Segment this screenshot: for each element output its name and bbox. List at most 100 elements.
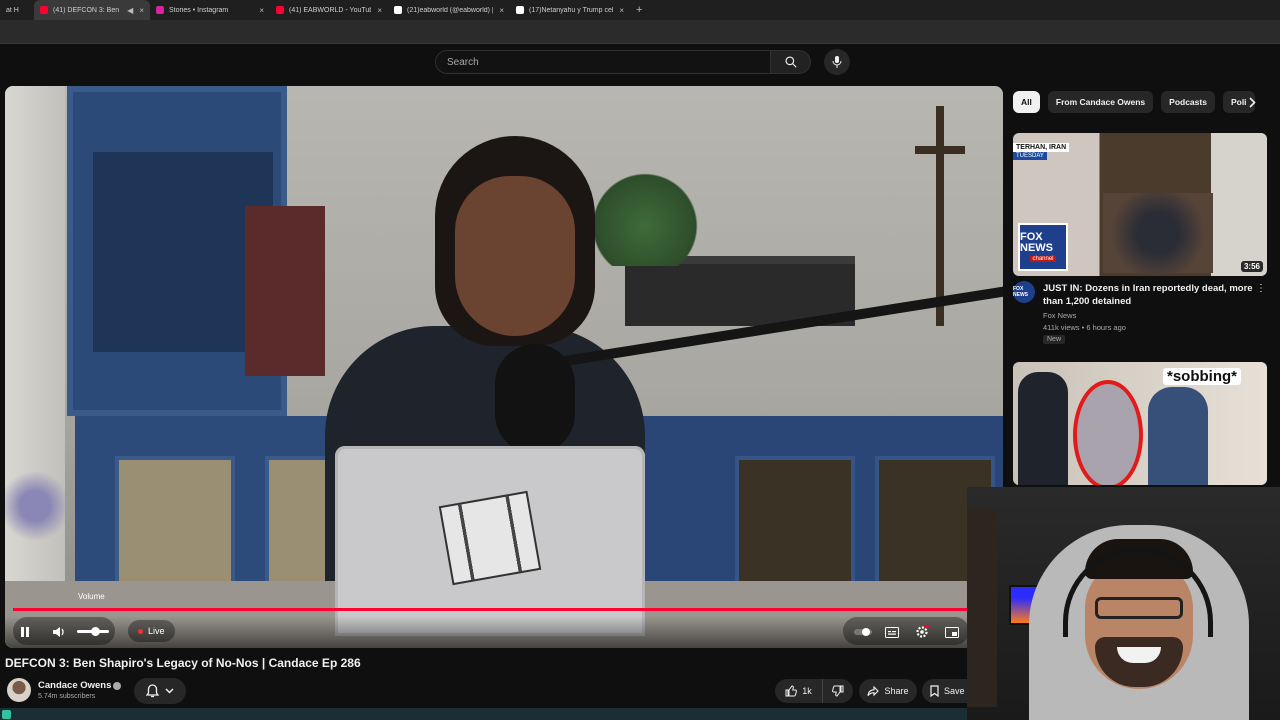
tiktok-favicon-icon xyxy=(516,6,524,14)
like-count: 1k xyxy=(802,686,812,696)
tab-title: (17)Netanyahu y Trump celebr xyxy=(529,6,614,14)
progress-bar[interactable] xyxy=(13,608,971,611)
subscriber-count: 5.74m subscribers xyxy=(38,693,96,700)
video-scene-element xyxy=(5,466,65,546)
bookmark-icon xyxy=(930,685,939,697)
recommended-thumbnail[interactable]: TERHAN, IRAN TUESDAY FOX NEWS channel 3:… xyxy=(1013,133,1267,276)
chip-podcasts[interactable]: Podcasts xyxy=(1161,91,1215,113)
player-controls: Live xyxy=(5,616,1003,648)
browser-tab-active[interactable]: (41) DEFCON 3: Ben Shapi ◀ × xyxy=(34,0,150,20)
tab-close-icon[interactable]: × xyxy=(377,6,382,15)
tab-title: (21)eabworld (@eabworld) | Ti xyxy=(407,6,494,14)
tab-title: Stories • Instagram xyxy=(169,6,229,14)
youtube-header: Search xyxy=(0,44,1280,80)
channel-avatar[interactable] xyxy=(7,678,31,702)
fox-news-logo: FOX NEWS channel xyxy=(1018,223,1068,271)
bell-icon xyxy=(146,684,159,698)
miniplayer-button[interactable] xyxy=(940,620,964,644)
filter-chips: All From Candace Owens Podcasts Poli xyxy=(1013,91,1261,113)
new-tab-button[interactable]: + xyxy=(630,4,648,16)
more-options-icon[interactable]: ⋮ xyxy=(1256,283,1266,294)
chips-next-button[interactable] xyxy=(1243,93,1261,111)
like-dislike-group: 1k xyxy=(775,679,853,703)
video-scene-element xyxy=(5,86,65,648)
chevron-down-icon xyxy=(165,688,174,694)
video-title: DEFCON 3: Ben Shapiro's Legacy of No-Nos… xyxy=(5,656,361,670)
tiktok-favicon-icon xyxy=(394,6,402,14)
chevron-right-icon xyxy=(1248,96,1256,108)
video-scene-element xyxy=(495,344,575,454)
verified-icon xyxy=(113,682,121,690)
share-label: Share xyxy=(884,686,909,696)
tab-title: at H xyxy=(6,6,19,14)
voice-search-button[interactable] xyxy=(824,49,850,75)
live-label: Live xyxy=(148,626,165,636)
settings-button[interactable] xyxy=(910,620,934,644)
progress-bar-fill xyxy=(13,608,971,611)
live-button[interactable]: Live xyxy=(128,620,175,642)
thumbs-up-icon xyxy=(785,685,798,697)
search-input[interactable]: Search xyxy=(435,50,772,74)
volume-tooltip: Volume xyxy=(78,591,105,601)
thumbs-down-icon xyxy=(832,685,844,697)
tab-close-icon[interactable]: × xyxy=(499,6,504,15)
tab-title: (41) DEFCON 3: Ben Shapi xyxy=(53,6,121,14)
notifications-button[interactable] xyxy=(134,678,186,704)
search-button[interactable] xyxy=(771,50,811,74)
logo-subtext: channel xyxy=(1030,256,1056,262)
thumbnail-image xyxy=(1148,387,1208,485)
glasses xyxy=(1095,597,1183,619)
gear-icon xyxy=(916,625,929,638)
browser-tab[interactable]: Stories • Instagram × xyxy=(150,0,270,20)
video-duration: 3:56 xyxy=(1240,261,1263,272)
subtitles-button[interactable] xyxy=(880,620,904,644)
share-icon xyxy=(867,685,880,696)
channel-avatar[interactable]: FOX NEWS xyxy=(1013,281,1035,303)
logo-text: FOX NEWS xyxy=(1020,231,1053,254)
miniplayer-icon xyxy=(945,626,959,638)
dislike-button[interactable] xyxy=(823,679,853,703)
tab-close-icon[interactable]: × xyxy=(139,6,144,15)
volume-icon xyxy=(53,627,64,637)
autoplay-toggle[interactable] xyxy=(851,620,875,644)
chip-from-channel[interactable]: From Candace Owens xyxy=(1047,91,1154,113)
thumbnail-ticker-sub: TUESDAY xyxy=(1013,152,1047,160)
youtube-favicon-icon xyxy=(40,6,48,14)
live-dot-icon xyxy=(138,628,143,634)
mute-button[interactable] xyxy=(47,620,71,644)
webcam-scene-element xyxy=(967,507,997,707)
save-label: Save xyxy=(944,686,965,696)
autoplay-toggle-icon xyxy=(854,628,872,636)
thumbnail-image xyxy=(1103,193,1213,273)
subtitles-icon xyxy=(885,626,899,638)
share-button[interactable]: Share xyxy=(859,679,917,703)
recommended-channel[interactable]: Fox News xyxy=(1043,311,1076,320)
browser-tab-strip: at H (41) DEFCON 3: Ben Shapi ◀ × Storie… xyxy=(0,0,1280,20)
thumbnail-overlay-text: *sobbing* xyxy=(1163,368,1241,385)
avatar-text: FOX NEWS xyxy=(1013,286,1028,298)
browser-toolbar xyxy=(0,20,1280,44)
thumbnail-image xyxy=(1018,372,1068,485)
webcam-overlay xyxy=(967,487,1280,720)
recommended-title[interactable]: JUST IN: Dozens in Iran reportedly dead,… xyxy=(1043,282,1255,308)
mic-icon xyxy=(832,56,842,68)
taskbar-app-icon[interactable] xyxy=(2,710,11,719)
tab-close-icon[interactable]: × xyxy=(619,6,624,15)
volume-slider-handle[interactable] xyxy=(90,627,100,636)
browser-tab[interactable]: (41) EABWORLD - YouTube × xyxy=(270,0,388,20)
chip-all[interactable]: All xyxy=(1013,91,1040,113)
browser-tab[interactable]: at H xyxy=(0,0,34,20)
pause-button[interactable] xyxy=(13,620,37,644)
channel-name[interactable]: Candace Owens xyxy=(38,680,111,691)
like-button[interactable]: 1k xyxy=(775,679,823,703)
browser-tab[interactable]: (21)eabworld (@eabworld) | Ti × xyxy=(388,0,510,20)
browser-tab[interactable]: (17)Netanyahu y Trump celebr × xyxy=(510,0,630,20)
search-bar: Search xyxy=(435,50,811,74)
instagram-favicon-icon xyxy=(156,6,164,14)
tab-title: (41) EABWORLD - YouTube xyxy=(289,6,372,14)
new-badge: New xyxy=(1043,335,1066,344)
tab-close-icon[interactable]: × xyxy=(259,6,264,15)
search-icon xyxy=(785,56,797,68)
recommended-thumbnail[interactable]: *sobbing* xyxy=(1013,362,1267,485)
video-player[interactable]: Volume Live xyxy=(5,86,1003,648)
